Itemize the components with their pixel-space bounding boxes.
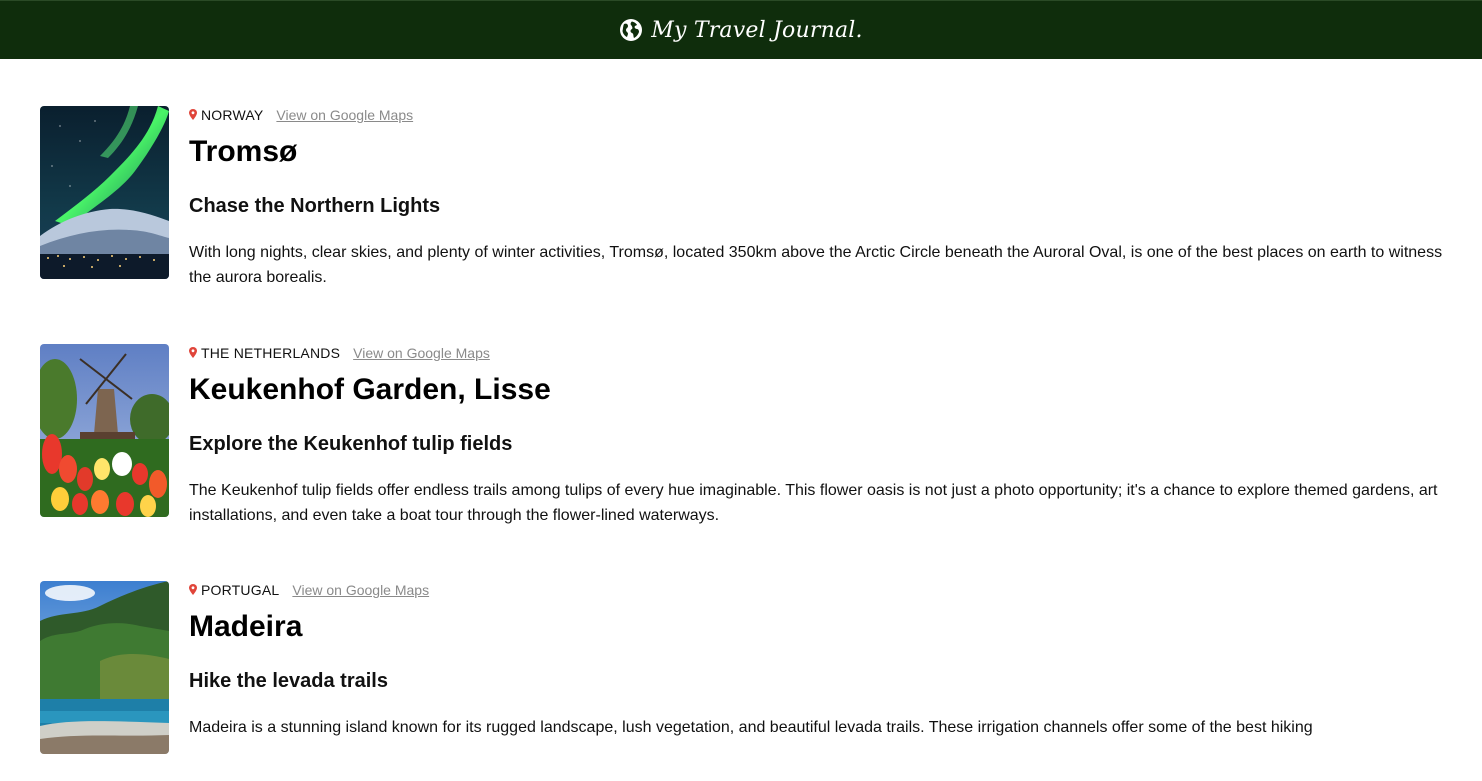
journal-entry: NORWAY View on Google Maps Tromsø Chase … [40, 106, 1450, 306]
entry-photo-northern-lights [40, 106, 169, 279]
entry-place: Tromsø [189, 135, 298, 168]
map-pin-icon [189, 109, 197, 120]
entry-country: PORTUGAL [201, 582, 280, 598]
entry-photo-tulip-fields [40, 344, 169, 517]
journal-entry: PORTUGAL View on Google Maps Madeira Hik… [40, 581, 1450, 781]
entry-location: THE NETHERLANDS View on Google Maps [189, 344, 490, 362]
brand[interactable]: My Travel Journal. [619, 17, 863, 43]
entry-place: Keukenhof Garden, Lisse [189, 373, 551, 406]
entry-tagline: Chase the Northern Lights [189, 195, 441, 217]
map-pin-icon [189, 584, 197, 595]
entry-location: PORTUGAL View on Google Maps [189, 581, 429, 599]
view-on-google-maps-link[interactable]: View on Google Maps [353, 345, 490, 361]
entry-place: Madeira [189, 610, 303, 643]
journal-entry: THE NETHERLANDS View on Google Maps Keuk… [40, 344, 1450, 544]
entry-country: NORWAY [201, 107, 264, 123]
entry-tagline: Explore the Keukenhof tulip fields [189, 433, 513, 455]
entry-country: THE NETHERLANDS [201, 345, 341, 361]
entry-description: Madeira is a stunning island known for i… [189, 719, 1313, 736]
view-on-google-maps-link[interactable]: View on Google Maps [276, 107, 413, 123]
entry-photo-madeira-coast [40, 581, 169, 754]
entry-location: NORWAY View on Google Maps [189, 106, 413, 124]
entry-description: With long nights, clear skies, and plent… [189, 244, 1443, 286]
globe-icon [620, 19, 643, 41]
entry-tagline: Hike the levada trails [189, 670, 388, 692]
brand-title: My Travel Journal. [651, 17, 863, 43]
view-on-google-maps-link[interactable]: View on Google Maps [292, 582, 429, 598]
entry-description: The Keukenhof tulip fields offer endless… [189, 482, 1438, 524]
map-pin-icon [189, 347, 197, 358]
top-bar: My Travel Journal. [0, 0, 1482, 59]
